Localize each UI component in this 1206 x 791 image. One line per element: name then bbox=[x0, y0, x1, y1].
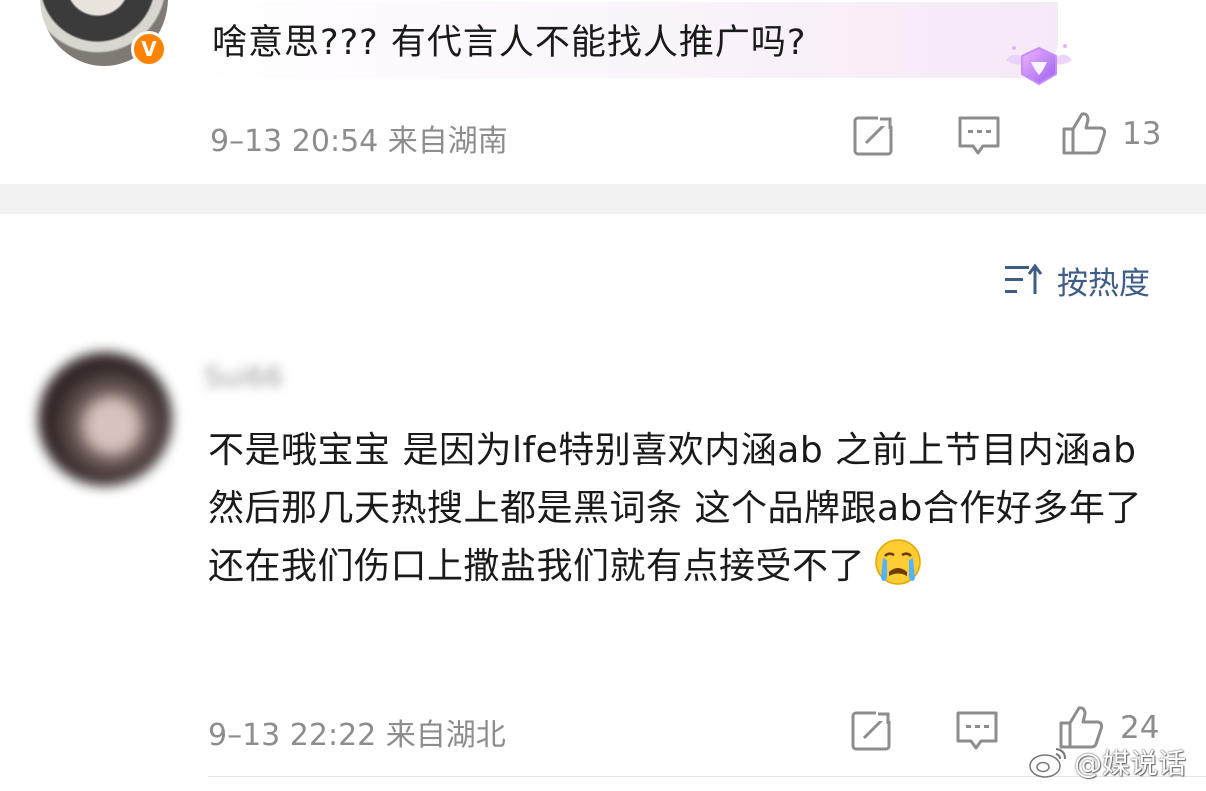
like-count-top: 13 bbox=[1122, 116, 1162, 152]
like-count: 24 bbox=[1120, 710, 1160, 746]
share-icon[interactable] bbox=[852, 113, 896, 157]
diamond-badge-icon[interactable] bbox=[1002, 42, 1076, 88]
username[interactable]: Sui66 bbox=[204, 360, 283, 393]
crying-emoji-icon bbox=[875, 539, 921, 585]
sort-icon bbox=[1005, 263, 1043, 294]
section-divider bbox=[0, 184, 1206, 214]
comment-meta-top: 9–13 20:54 来自湖南 bbox=[210, 124, 508, 159]
share-icon[interactable] bbox=[850, 708, 894, 752]
comment-text: 不是哦宝宝 是因为lfe特别喜欢内涵ab 之前上节目内涵ab然后那几天热搜上都是… bbox=[208, 422, 1168, 596]
watermark: @媒说话 bbox=[1028, 742, 1186, 782]
sort-by-hot-button[interactable]: 按热度 bbox=[1003, 254, 1150, 306]
comment-icon[interactable] bbox=[955, 709, 999, 753]
commenter-avatar[interactable] bbox=[38, 352, 172, 486]
verified-badge: V bbox=[131, 31, 167, 67]
comment-body: 不是哦宝宝 是因为lfe特别喜欢内涵ab 之前上节目内涵ab然后那几天热搜上都是… bbox=[208, 430, 1142, 587]
sort-label: 按热度 bbox=[1057, 265, 1150, 302]
comment-text-top: 啥意思??? 有代言人不能找人推广吗? bbox=[212, 23, 807, 63]
comment-icon[interactable] bbox=[957, 114, 1001, 158]
weibo-logo-icon bbox=[1029, 748, 1066, 778]
watermark-text: @媒说话 bbox=[1074, 747, 1187, 780]
comment-meta: 9–13 22:22 来自湖北 bbox=[208, 718, 506, 753]
like-icon[interactable] bbox=[1060, 109, 1108, 157]
